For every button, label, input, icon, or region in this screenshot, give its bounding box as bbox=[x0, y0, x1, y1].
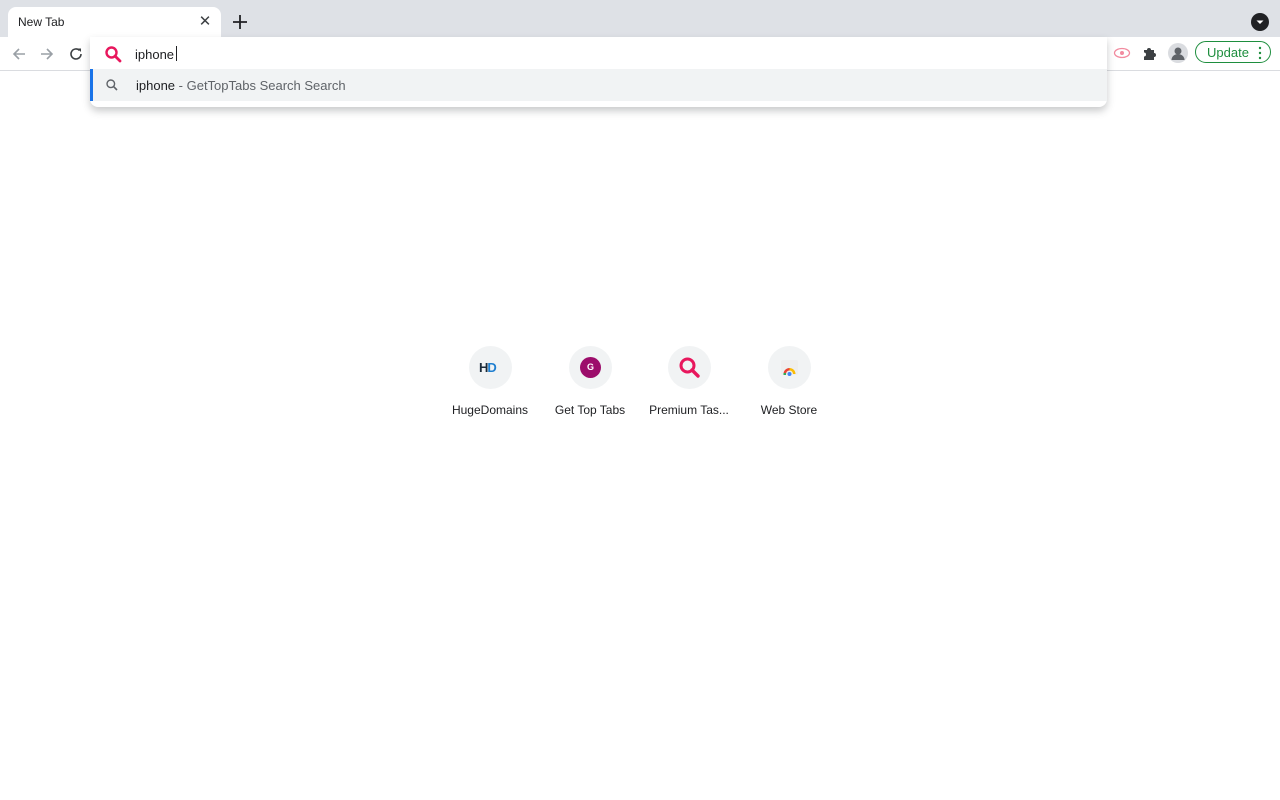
search-icon bbox=[104, 45, 122, 63]
shortcut-premium-tas[interactable]: Premium Tas... bbox=[639, 346, 739, 426]
shortcut-label: Web Store bbox=[760, 403, 818, 417]
omnibox-dropdown: iphone - GetTopTabs Search Search bbox=[90, 37, 1107, 107]
suggestion-text: iphone - GetTopTabs Search Search bbox=[136, 78, 346, 93]
tab-close-icon[interactable]: ✕ bbox=[197, 14, 213, 30]
kebab-menu-icon bbox=[1258, 46, 1262, 60]
reload-icon[interactable] bbox=[67, 45, 85, 63]
eye-extension-icon[interactable] bbox=[1113, 46, 1131, 60]
suggestion-description: - GetTopTabs Search Search bbox=[175, 78, 346, 93]
hugedomains-logo-icon: HD bbox=[469, 346, 512, 389]
tab-strip: New Tab ✕ bbox=[0, 0, 1280, 37]
shortcut-web-store[interactable]: Web Store bbox=[739, 346, 839, 426]
magnifier-logo-icon bbox=[668, 346, 711, 389]
g-logo: G bbox=[580, 357, 601, 378]
update-button-label: Update bbox=[1207, 45, 1249, 60]
shortcut-tiles: HD HugeDomains G Get Top Tabs Premium Ta… bbox=[440, 346, 840, 426]
hd-logo-d: D bbox=[487, 360, 496, 375]
get-top-tabs-logo-icon: G bbox=[569, 346, 612, 389]
shortcut-get-top-tabs[interactable]: G Get Top Tabs bbox=[540, 346, 640, 426]
suggestion-query: iphone bbox=[136, 78, 176, 93]
back-arrow-icon[interactable] bbox=[10, 45, 28, 63]
suggestion-search-icon bbox=[105, 78, 119, 92]
profile-avatar-icon[interactable] bbox=[1168, 43, 1188, 63]
omnibox-input[interactable] bbox=[135, 45, 835, 63]
update-button[interactable]: Update bbox=[1195, 41, 1271, 63]
tab-title: New Tab bbox=[18, 15, 65, 29]
selection-indicator bbox=[90, 69, 93, 101]
extensions-puzzle-icon[interactable] bbox=[1141, 44, 1159, 62]
web-store-logo-icon bbox=[768, 346, 811, 389]
shortcut-label: HugeDomains bbox=[451, 403, 529, 417]
new-tab-plus-icon[interactable] bbox=[229, 11, 251, 33]
shortcut-label: Get Top Tabs bbox=[554, 403, 626, 417]
tab-search-chevron-icon[interactable] bbox=[1251, 13, 1269, 31]
shortcut-hugedomains[interactable]: HD HugeDomains bbox=[440, 346, 540, 426]
text-caret bbox=[176, 46, 177, 61]
shortcut-label: Premium Tas... bbox=[649, 403, 729, 417]
omnibox-suggestion-row[interactable]: iphone - GetTopTabs Search Search bbox=[90, 69, 1107, 101]
forward-arrow-icon[interactable] bbox=[38, 45, 56, 63]
tab-new-tab[interactable]: New Tab ✕ bbox=[8, 7, 221, 37]
